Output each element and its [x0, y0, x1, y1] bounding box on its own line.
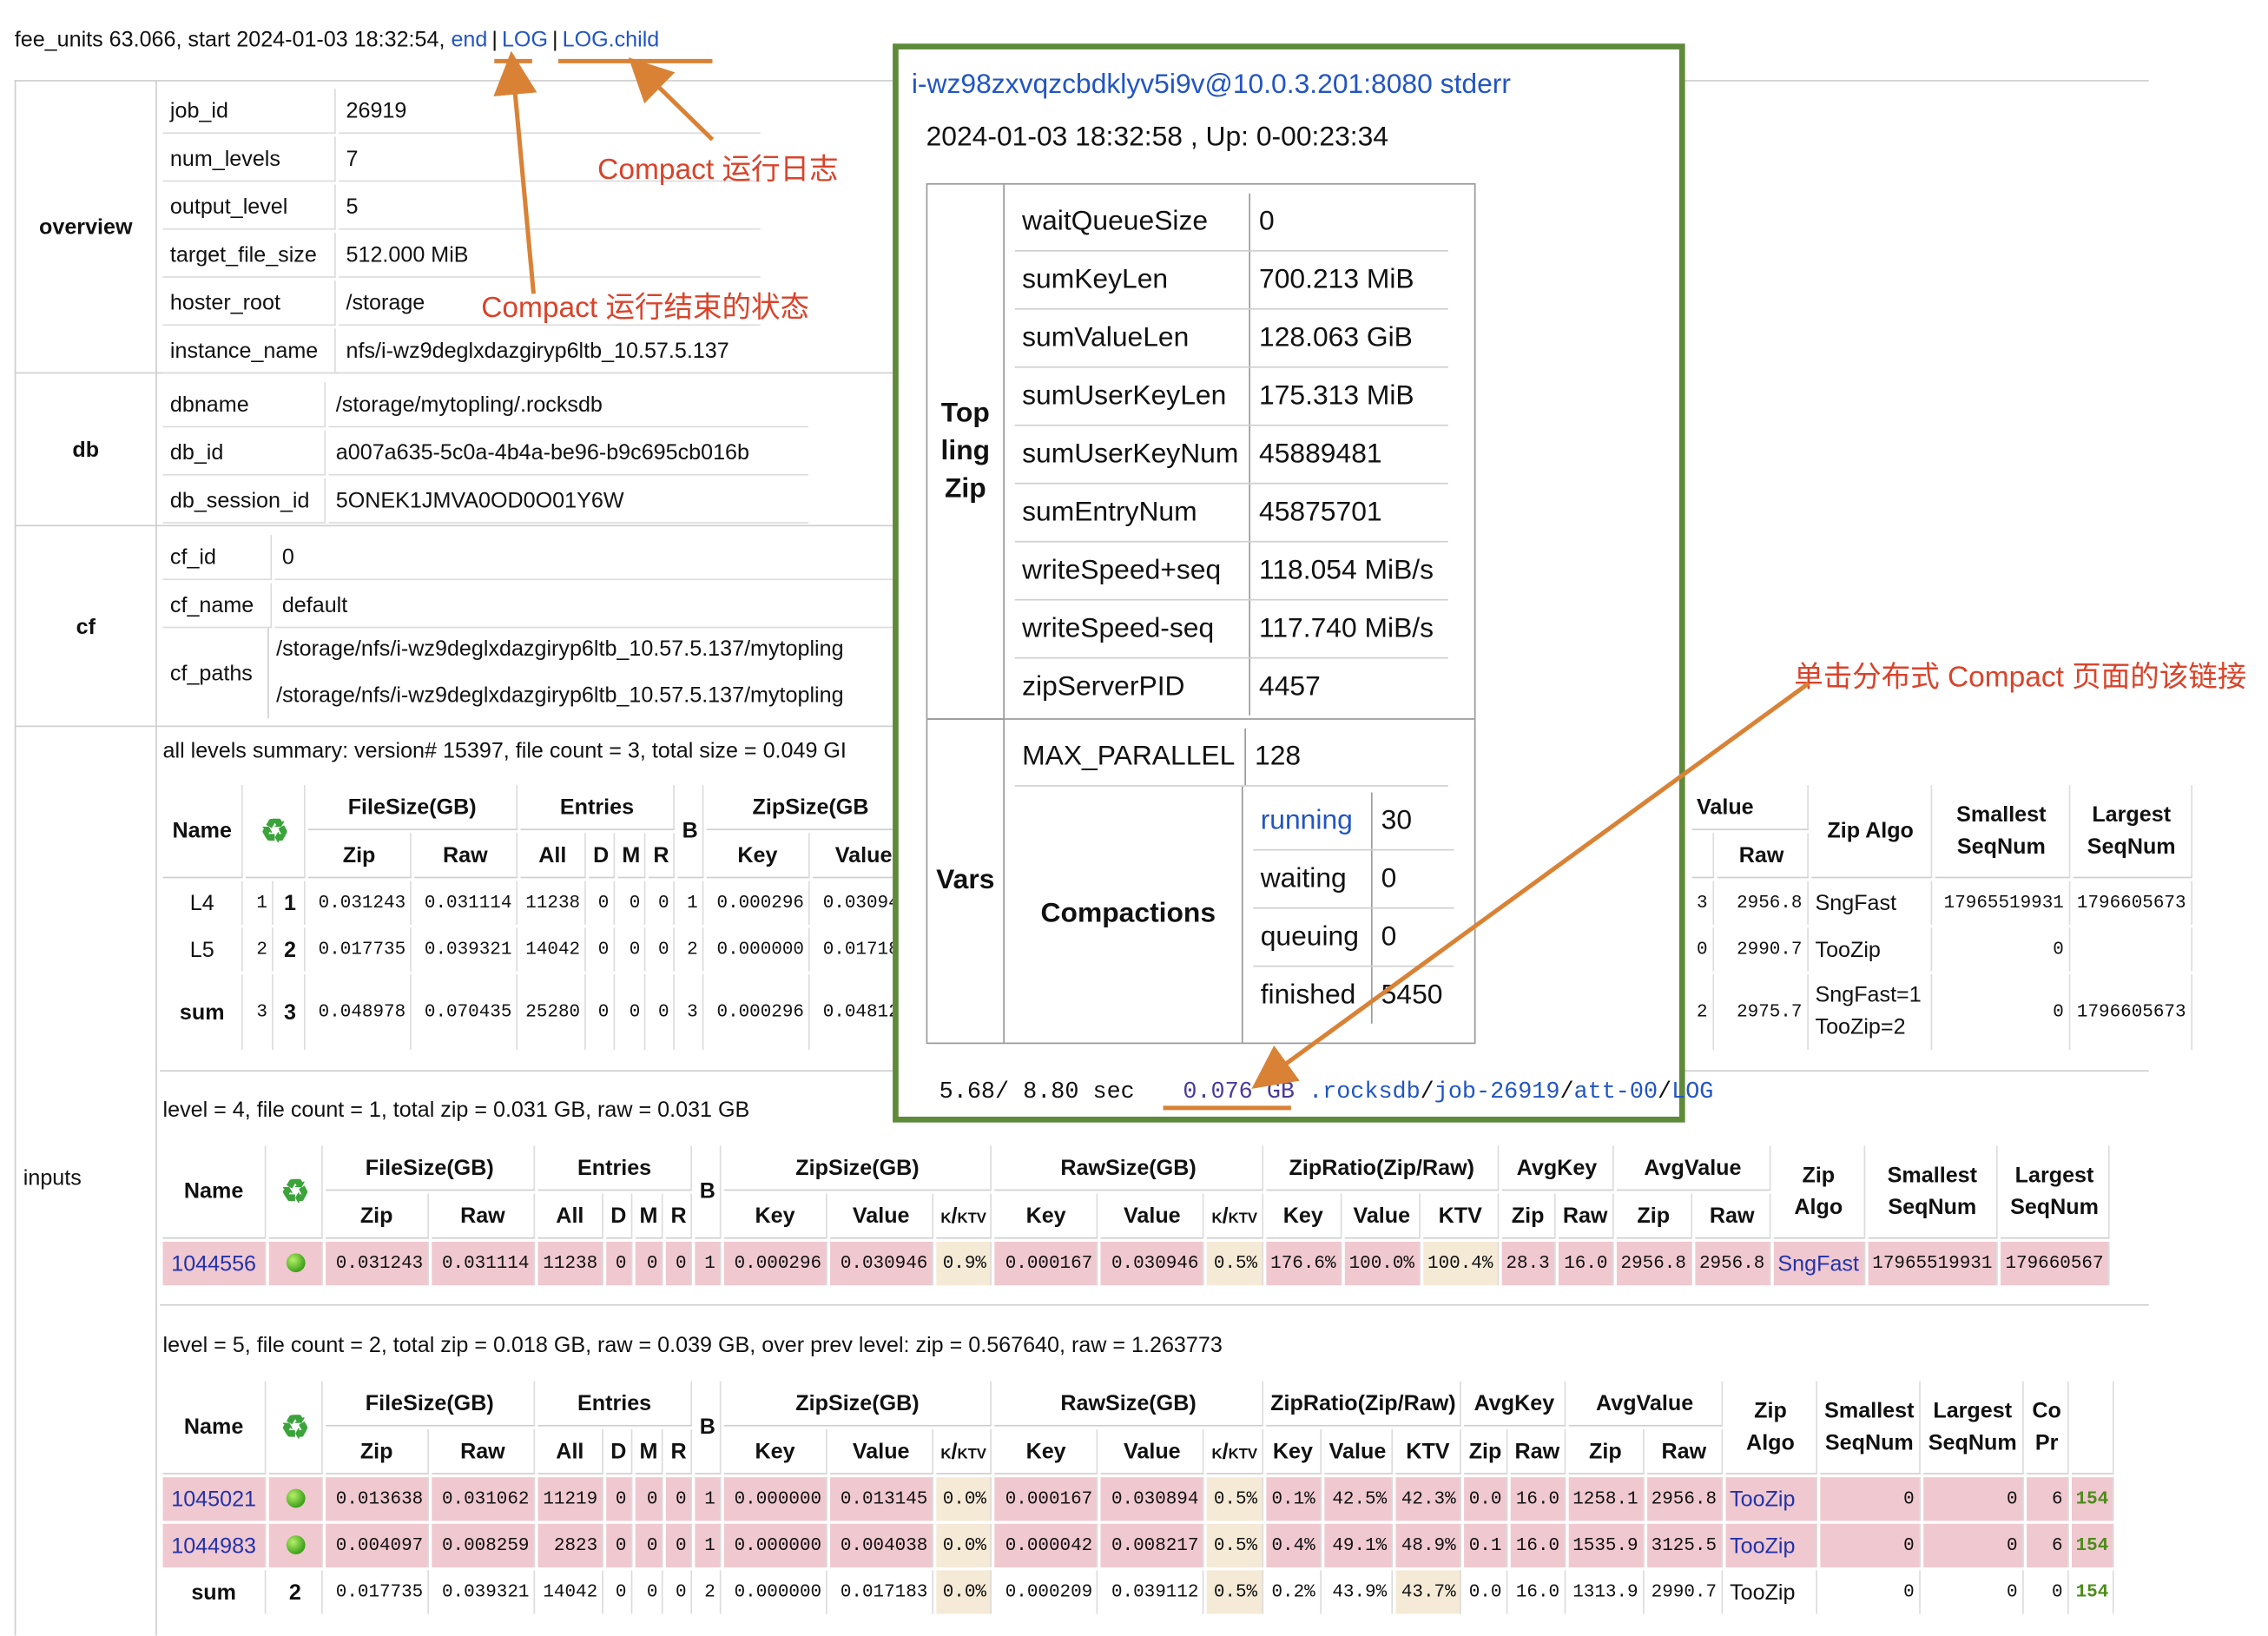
- arrow-end: [493, 50, 537, 294]
- annotation-arrows: [493, 50, 1810, 1111]
- page: fee_units 63.066, start 2024-01-03 18:32…: [0, 0, 2268, 1636]
- arrow-link: [1251, 681, 1810, 1089]
- arrow-log: [628, 57, 715, 142]
